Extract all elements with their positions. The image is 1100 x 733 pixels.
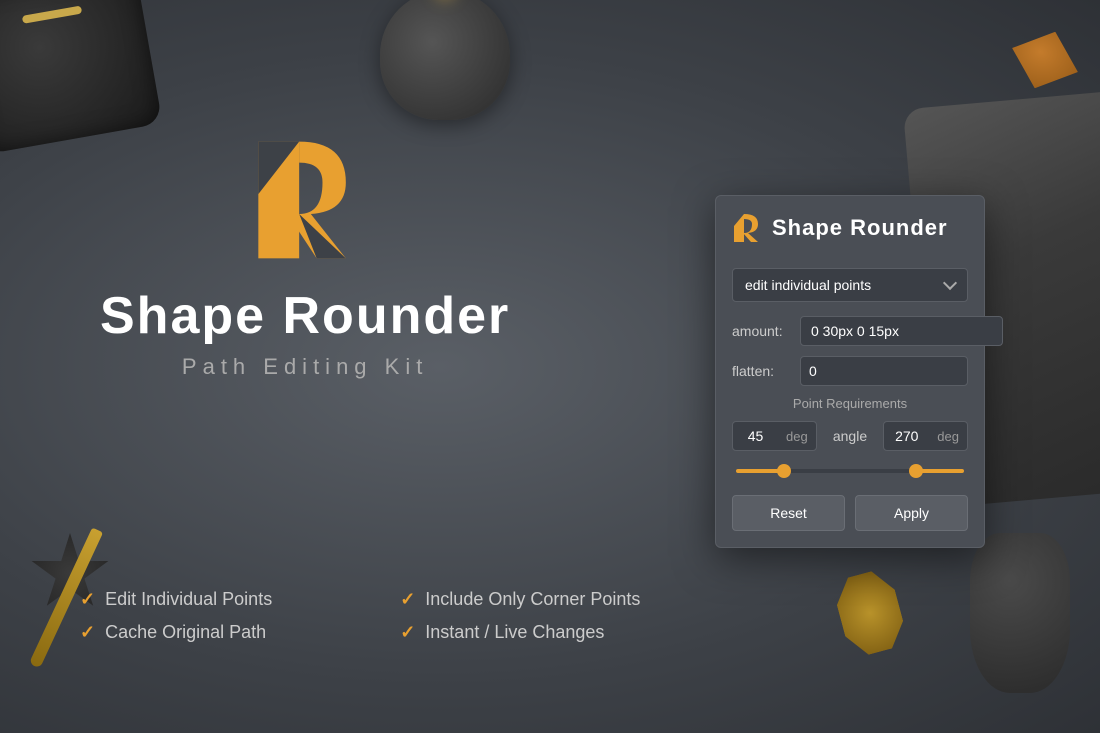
angle-row: deg angle deg [732,421,968,451]
reset-button[interactable]: Reset [732,495,845,531]
angle-max-unit: deg [929,423,967,450]
chevron-down-icon [943,276,957,290]
slider-thumb-right[interactable] [909,464,923,478]
check-icon: ✓ [80,589,95,610]
angle-max-input[interactable] [884,422,929,450]
brand-area: Shape Rounder Path Editing Kit [100,130,510,380]
flatten-row: flatten: % [732,356,968,386]
action-buttons: Reset Apply [732,495,968,531]
feature-label: Instant / Live Changes [425,622,604,643]
amount-row: amount: [732,316,968,346]
main-subtitle: Path Editing Kit [182,354,428,380]
feature-label: Cache Original Path [105,622,266,643]
panel-header: Shape Rounder [732,212,968,254]
list-item: ✓ Edit Individual Points [80,589,320,610]
feature-label: Edit Individual Points [105,589,272,610]
feature-label: Include Only Corner Points [425,589,640,610]
amount-label: amount: [732,323,792,339]
angle-min-group: deg [732,421,817,451]
point-requirements-label: Point Requirements [732,396,968,411]
check-icon: ✓ [400,589,415,610]
angle-max-group: deg [883,421,968,451]
flatten-input[interactable] [801,357,968,385]
angle-min-unit: deg [778,423,816,450]
main-title: Shape Rounder [100,290,510,342]
app-logo-icon [245,130,365,270]
features-list: ✓ Edit Individual Points ✓ Include Only … [80,589,640,643]
panel-logo-icon [732,212,760,244]
list-item: ✓ Instant / Live Changes [400,622,640,643]
check-icon: ✓ [80,622,95,643]
angle-min-input[interactable] [733,422,778,450]
check-icon: ✓ [400,622,415,643]
flatten-input-group: % [800,356,968,386]
angle-center-label: angle [823,428,878,444]
list-item: ✓ Cache Original Path [80,622,320,643]
flatten-label: flatten: [732,363,792,379]
slider-track [736,469,964,473]
panel-title: Shape Rounder [772,215,948,241]
dropdown-value: edit individual points [745,277,871,293]
amount-input[interactable] [800,316,1003,346]
decorative-candle [380,0,510,120]
apply-button[interactable]: Apply [855,495,968,531]
list-item: ✓ Include Only Corner Points [400,589,640,610]
mode-dropdown[interactable]: edit individual points [732,268,968,302]
slider-thumb-left[interactable] [777,464,791,478]
shape-rounder-panel: Shape Rounder edit individual points amo… [715,195,985,548]
angle-slider[interactable] [732,461,968,481]
decorative-hand [970,533,1070,693]
